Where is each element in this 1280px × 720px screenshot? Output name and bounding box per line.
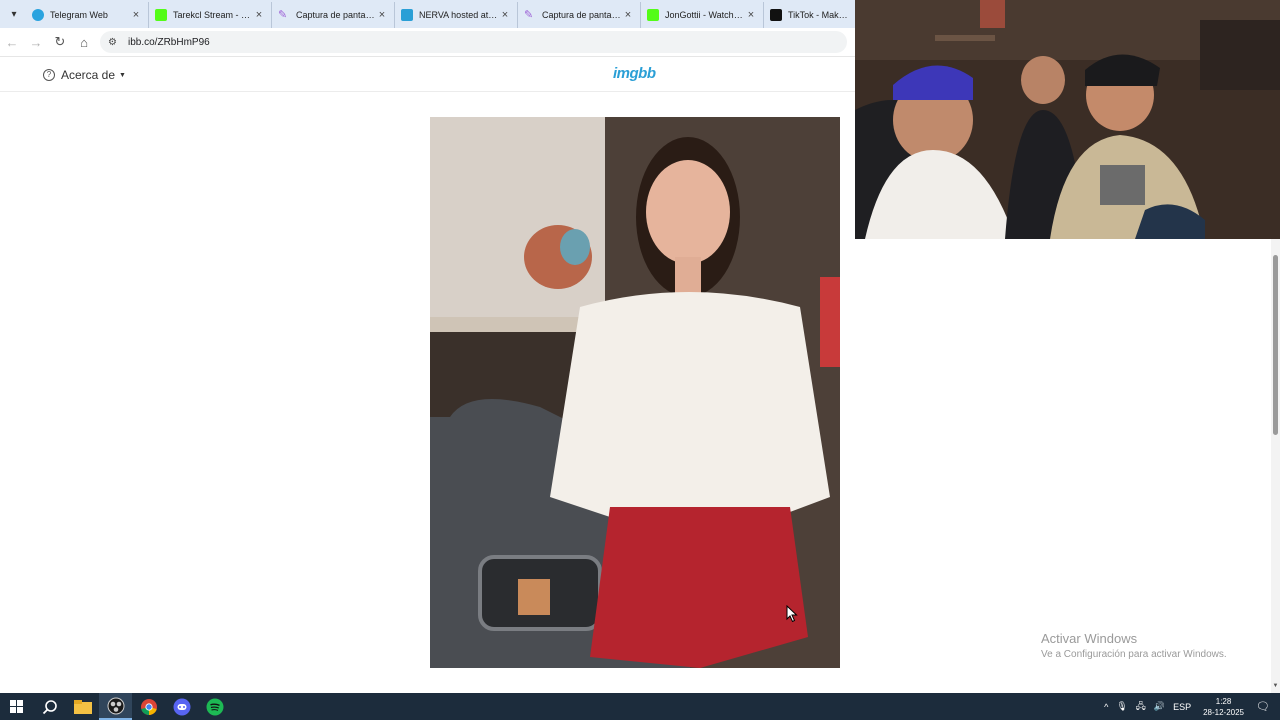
site-settings-icon[interactable]: ⚙ [108, 37, 120, 48]
pen-icon: ✎ [278, 9, 288, 21]
windows-activation-watermark: Activar Windows Ve a Configuración para … [1041, 631, 1227, 660]
windows-taskbar: ^ 🎙 🖧 🔊 ESP 1:28 28-12-2025 🗨 [0, 693, 1280, 720]
discord-icon[interactable] [165, 693, 198, 720]
language-indicator[interactable]: ESP [1173, 702, 1191, 712]
spotify-icon[interactable] [198, 693, 231, 720]
reload-icon[interactable]: ↻ [48, 30, 72, 54]
windows-logo-icon [10, 700, 23, 713]
clock-time: 1:28 [1215, 696, 1232, 706]
close-icon[interactable]: × [376, 9, 388, 21]
tab-kick-tarekcl[interactable]: Tarekcl Stream - Watch × [149, 2, 272, 28]
tab-title: JonGottii - Watch clips [665, 10, 745, 20]
browser-tabstrip: ▾ Telegram Web × Tarekcl Stream - Watch … [0, 0, 855, 28]
spotify-logo-icon [206, 698, 223, 715]
about-menu[interactable]: ? Acerca de ▼ [43, 68, 126, 82]
activation-subtitle: Ve a Configuración para activar Windows. [1041, 649, 1227, 660]
about-label: Acerca de [61, 68, 116, 82]
tab-title: Telegram Web [50, 10, 108, 20]
obs-studio-icon[interactable] [99, 693, 132, 720]
microphone-icon[interactable]: 🎙 [1116, 701, 1127, 712]
scrollbar-thumb[interactable] [1273, 255, 1278, 435]
folder-icon [73, 699, 92, 714]
close-icon[interactable]: × [499, 9, 511, 21]
system-tray: ^ 🎙 🖧 🔊 ESP 1:28 28-12-2025 🗨 [1100, 693, 1280, 720]
page-blank-area [855, 239, 1280, 693]
kick-icon [155, 9, 167, 21]
tab-title: NERVA hosted at ImgBB [419, 10, 499, 20]
tab-captura-1[interactable]: ✎ Captura de pantalla de × [272, 2, 395, 28]
url-text: ibb.co/ZRbHmP96 [128, 36, 210, 48]
close-icon[interactable]: × [253, 9, 265, 21]
forward-arrow-icon[interactable]: → [24, 30, 48, 54]
browser-toolbar: ← → ↻ ⌂ ⚙ ibb.co/ZRbHmP96 [0, 28, 855, 57]
close-icon[interactable]: × [745, 9, 757, 21]
photo-illustration [430, 117, 840, 668]
notifications-icon[interactable]: 🗨 [1252, 698, 1274, 716]
tab-imgbb[interactable]: NERVA hosted at ImgBB × [395, 2, 518, 28]
clock[interactable]: 1:28 28-12-2025 [1203, 696, 1244, 718]
volume-icon[interactable]: 🔊 [1154, 701, 1165, 712]
tray-chevron-up-icon[interactable]: ^ [1104, 702, 1108, 712]
address-bar[interactable]: ⚙ ibb.co/ZRbHmP96 [100, 31, 847, 53]
discord-logo-icon [173, 698, 190, 715]
kick-icon [647, 9, 659, 21]
back-arrow-icon[interactable]: ← [0, 30, 24, 54]
obs-icon [107, 697, 124, 714]
tab-kick-jongottii[interactable]: JonGottii - Watch clips × [641, 2, 764, 28]
chrome-icon[interactable] [132, 693, 165, 720]
imgbb-logo[interactable]: imgbb [613, 65, 656, 82]
question-icon: ? [43, 69, 55, 81]
telegram-icon [32, 9, 44, 21]
scroll-down-arrow-icon[interactable]: ▼ [1271, 683, 1280, 693]
imgbb-icon [401, 9, 413, 21]
pen-icon: ✎ [524, 9, 534, 21]
tab-title: Tarekcl Stream - Watch [173, 10, 253, 20]
file-explorer-icon[interactable] [66, 693, 99, 720]
tab-tiktok[interactable]: TikTok - Make Your Day [764, 2, 854, 28]
tab-title: TikTok - Make Your Day [788, 10, 848, 20]
tab-captura-2[interactable]: ✎ Captura de pantalla de × [518, 2, 641, 28]
home-icon[interactable]: ⌂ [72, 30, 96, 54]
activation-title: Activar Windows [1041, 631, 1138, 646]
network-icon[interactable]: 🖧 [1136, 699, 1146, 715]
close-icon[interactable]: × [130, 9, 142, 21]
windows-start-icon[interactable] [0, 693, 33, 720]
magnifier-icon [42, 699, 57, 714]
hosted-image[interactable] [430, 117, 840, 668]
mouse-cursor-icon [786, 605, 798, 623]
caret-down-icon: ▼ [119, 71, 126, 79]
tiktok-icon [770, 9, 782, 21]
webcam-illustration [855, 0, 1280, 239]
tab-telegram[interactable]: Telegram Web × [26, 2, 149, 28]
tab-title: Captura de pantalla de [296, 10, 376, 20]
chrome-logo-icon [140, 698, 157, 715]
tab-title: Captura de pantalla de [542, 10, 622, 20]
screen: ▾ Telegram Web × Tarekcl Stream - Watch … [0, 0, 1280, 720]
webcam-overlay [855, 0, 1280, 239]
clock-date: 28-12-2025 [1203, 707, 1244, 717]
site-header: ? Acerca de ▼ imgbb [0, 57, 855, 92]
search-icon[interactable] [33, 693, 66, 720]
tab-search-chevron-icon[interactable]: ▾ [2, 2, 26, 26]
close-icon[interactable]: × [622, 9, 634, 21]
